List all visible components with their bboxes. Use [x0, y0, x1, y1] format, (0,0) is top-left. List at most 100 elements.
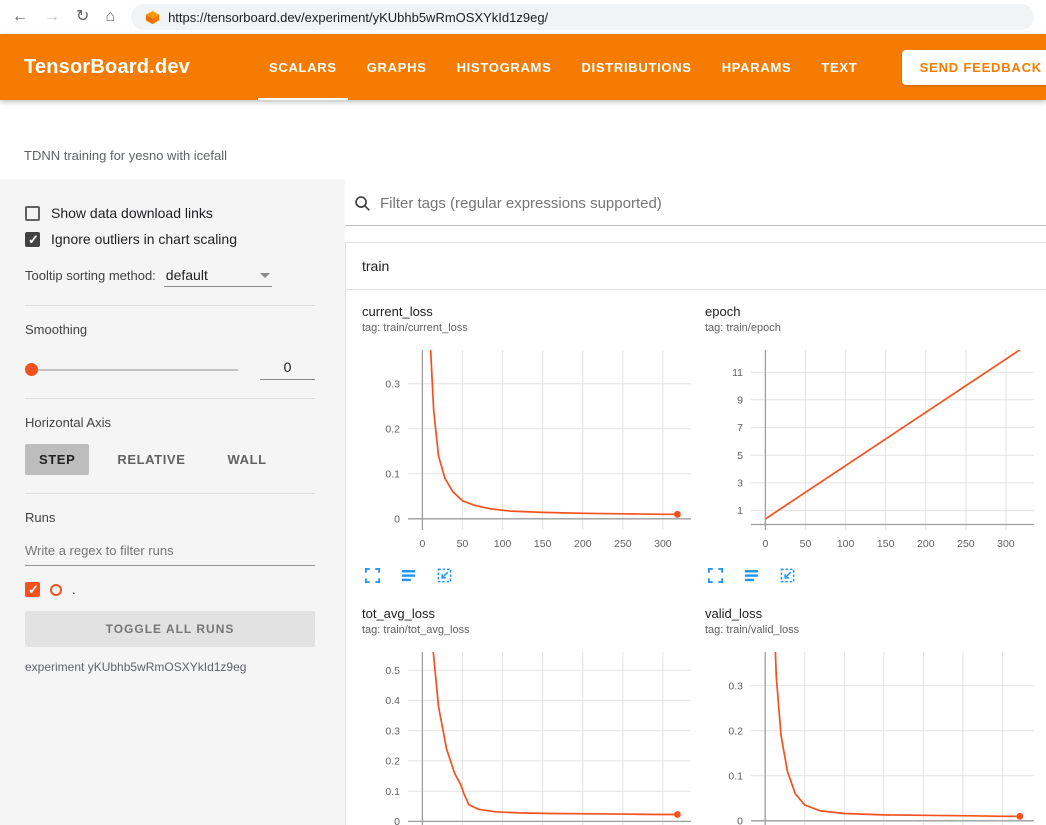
- chart-tag: tag: train/current_loss: [362, 322, 705, 334]
- smoothing-value-input[interactable]: 0: [260, 359, 315, 380]
- horizontal-axis-buttons: STEP RELATIVE WALL: [25, 444, 315, 475]
- home-icon[interactable]: ⌂: [105, 9, 115, 25]
- ignore-outliers-checkbox[interactable]: Ignore outliers in chart scaling: [25, 231, 315, 247]
- url-text: https://tensorboard.dev/experiment/yKUbh…: [168, 10, 548, 25]
- svg-text:0.3: 0.3: [385, 378, 400, 390]
- tab-distributions[interactable]: DISTRIBUTIONS: [566, 34, 706, 100]
- tooltip-sorting-dropdown[interactable]: default: [164, 265, 272, 287]
- chart-card-tot_avg_loss: tot_avg_loss tag: train/tot_avg_loss 0 0.1 0…: [362, 606, 705, 825]
- svg-text:50: 50: [800, 538, 812, 550]
- section-header-train[interactable]: train: [346, 243, 1046, 290]
- site-favicon: [145, 10, 160, 25]
- svg-text:0.3: 0.3: [385, 725, 400, 737]
- svg-text:0.2: 0.2: [728, 725, 743, 737]
- svg-text:0: 0: [394, 816, 400, 825]
- tag-filter-input[interactable]: [380, 195, 1046, 212]
- svg-text:100: 100: [837, 538, 855, 550]
- tag-filter-row: [345, 191, 1046, 226]
- chart-card-current_loss: current_losstag: train/current_loss00.10…: [362, 304, 705, 584]
- divider: [25, 493, 315, 494]
- back-icon[interactable]: ←: [12, 9, 28, 25]
- chart-card-valid_loss: valid_losstag: train/valid_loss00.10.20.…: [705, 606, 1046, 825]
- svg-text:0: 0: [762, 538, 768, 550]
- chart-tag: tag: train/tot_avg_loss: [362, 624, 705, 636]
- show-download-links-checkbox[interactable]: Show data download links: [25, 205, 315, 221]
- svg-text:7: 7: [737, 422, 743, 434]
- smoothing-slider-track[interactable]: [38, 369, 238, 371]
- search-icon: [354, 195, 371, 212]
- tab-scalars[interactable]: SCALARS: [254, 34, 352, 100]
- run-name: .: [72, 582, 76, 597]
- experiment-title-bar: TDNN training for yesno with icefall: [0, 100, 1046, 179]
- data-table-icon[interactable]: [743, 567, 760, 584]
- axis-button-step[interactable]: STEP: [25, 444, 89, 475]
- svg-text:0.2: 0.2: [385, 423, 400, 435]
- chart-card-epoch: epochtag: train/epoch1357911050100150200…: [705, 304, 1046, 584]
- svg-text:0.4: 0.4: [385, 695, 400, 707]
- axis-button-wall[interactable]: WALL: [213, 444, 280, 475]
- app-header: TensorBoard.dev SCALARSGRAPHSHISTOGRAMSD…: [0, 34, 1046, 100]
- svg-text:5: 5: [737, 450, 743, 462]
- chart-plot[interactable]: 00.10.20.3050100150200250300: [362, 344, 697, 556]
- tooltip-sorting-label: Tooltip sorting method:: [25, 268, 156, 283]
- fit-domain-icon[interactable]: [436, 567, 453, 584]
- svg-text:0.1: 0.1: [728, 770, 743, 782]
- checkbox-label: Ignore outliers in chart scaling: [51, 231, 237, 247]
- svg-text:0: 0: [737, 815, 743, 825]
- run-color-swatch: [50, 584, 62, 596]
- smoothing-slider-thumb[interactable]: [25, 363, 38, 376]
- chart-title: current_loss: [362, 304, 705, 319]
- expand-icon[interactable]: [707, 567, 724, 584]
- toggle-all-runs-button[interactable]: TOGGLE ALL RUNS: [25, 611, 315, 647]
- svg-text:200: 200: [917, 538, 935, 550]
- svg-text:11: 11: [732, 367, 743, 379]
- run-checkbox[interactable]: [25, 582, 40, 597]
- svg-text:300: 300: [654, 538, 672, 550]
- svg-text:9: 9: [737, 394, 743, 406]
- train-section-card: train current_loss tag: train/current_los…: [345, 242, 1046, 825]
- checkbox-icon: [25, 232, 40, 247]
- svg-text:150: 150: [877, 538, 895, 550]
- expand-icon[interactable]: [364, 567, 381, 584]
- chevron-down-icon: [260, 273, 270, 278]
- smoothing-label: Smoothing: [25, 322, 315, 337]
- chart-plot[interactable]: 1357911050100150200250300: [705, 344, 1040, 556]
- fit-domain-icon[interactable]: [779, 567, 796, 584]
- svg-text:0.1: 0.1: [385, 786, 400, 798]
- chart-title: tot_avg_loss: [362, 606, 705, 621]
- main-nav: SCALARSGRAPHSHISTOGRAMSDISTRIBUTIONSHPAR…: [254, 34, 872, 100]
- tab-hparams[interactable]: HPARAMS: [707, 34, 807, 100]
- svg-text:0: 0: [419, 538, 425, 550]
- tab-histograms[interactable]: HISTOGRAMS: [442, 34, 567, 100]
- scalars-dashboard: train current_loss tag: train/current_los…: [345, 179, 1046, 825]
- checkbox-label: Show data download links: [51, 205, 213, 221]
- chart-plot[interactable]: 00.10.20.30.40.5050100150200250300: [362, 646, 697, 825]
- svg-text:0: 0: [394, 513, 400, 525]
- svg-text:200: 200: [574, 538, 592, 550]
- tab-graphs[interactable]: GRAPHS: [352, 34, 442, 100]
- axis-button-relative[interactable]: RELATIVE: [103, 444, 199, 475]
- reload-icon[interactable]: ↻: [76, 9, 89, 25]
- divider: [25, 305, 315, 306]
- chart-title: valid_loss: [705, 606, 1046, 621]
- svg-text:0.2: 0.2: [385, 756, 400, 768]
- experiment-title: TDNN training for yesno with icefall: [24, 148, 227, 163]
- send-feedback-button[interactable]: SEND FEEDBACK: [902, 50, 1046, 85]
- checkbox-icon: [25, 206, 40, 221]
- chart-plot[interactable]: 00.10.20.350100150200250300: [705, 646, 1040, 825]
- svg-text:1: 1: [737, 505, 743, 517]
- svg-text:50: 50: [457, 538, 469, 550]
- chart-toolbar: [362, 567, 705, 584]
- run-row[interactable]: .: [25, 582, 315, 597]
- browser-toolbar: ← → ↻ ⌂ https://tensorboard.dev/experime…: [0, 0, 1046, 34]
- svg-text:100: 100: [494, 538, 512, 550]
- address-bar[interactable]: https://tensorboard.dev/experiment/yKUbh…: [131, 4, 1034, 30]
- forward-icon[interactable]: →: [44, 9, 60, 25]
- tab-text[interactable]: TEXT: [806, 34, 872, 100]
- brand-logo[interactable]: TensorBoard.dev: [24, 56, 190, 79]
- chart-tag: tag: train/epoch: [705, 322, 1046, 334]
- runs-label: Runs: [25, 510, 315, 525]
- data-table-icon[interactable]: [400, 567, 417, 584]
- svg-text:0.5: 0.5: [385, 665, 400, 677]
- runs-filter-input[interactable]: [25, 537, 315, 566]
